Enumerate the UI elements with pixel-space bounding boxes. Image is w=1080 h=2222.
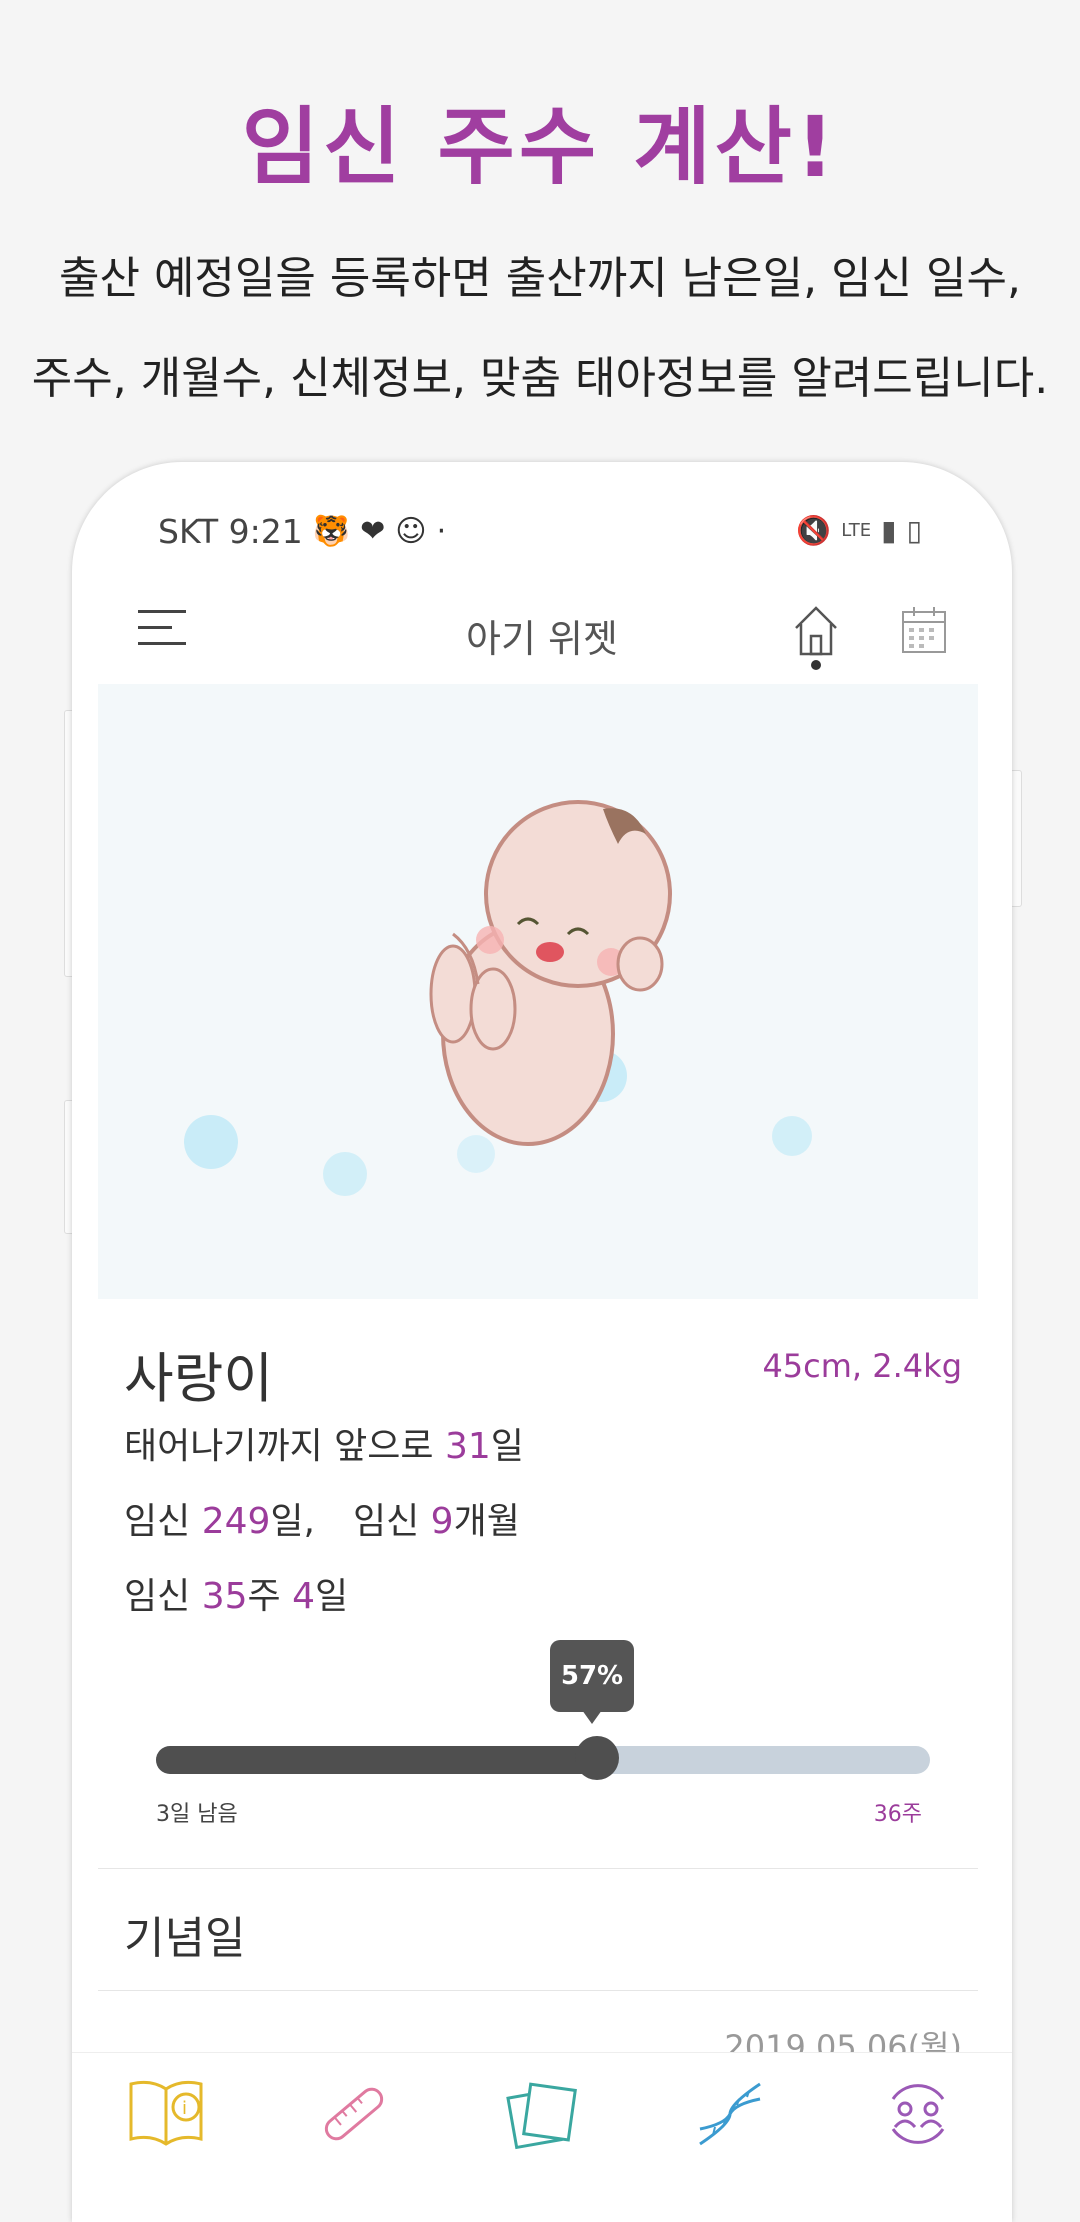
preg-days-suffix: 일, xyxy=(270,1501,315,1542)
pregnancy-weeks-row: 임신 35주 4일 xyxy=(124,1567,348,1619)
promo-desc-line1: 출산 예정일을 등록하면 출산까지 남은일, 임신 일수, xyxy=(59,253,1021,304)
signal-icon: ▮ xyxy=(881,514,897,547)
week-prefix: 임신 xyxy=(124,1576,202,1617)
week-days-value: 4 xyxy=(292,1576,315,1617)
bottom-nav: i xyxy=(72,2052,1012,2222)
progress-right-label: 36주 xyxy=(873,1802,922,1827)
status-right: 🔇 LTE ▮ ▯ xyxy=(796,514,922,547)
preg-month-suffix: 개월 xyxy=(453,1501,520,1542)
dot-icon: · xyxy=(436,514,447,549)
lte-icon: LTE xyxy=(841,520,872,541)
days-left-prefix: 태어나기까지 앞으로 xyxy=(124,1426,445,1467)
section-divider xyxy=(98,1868,978,1869)
section-divider xyxy=(98,1990,978,1991)
baby-figure xyxy=(429,800,672,1146)
days-left-row: 태어나기까지 앞으로 31일 xyxy=(124,1417,524,1469)
promo-headline: 임신 주수 계산! xyxy=(241,98,839,196)
promo-desc-line2: 주수, 개월수, 신체정보, 맞춤 태아정보를 알려드립니다. xyxy=(31,353,1049,404)
progress-left-label: 3일 남음 xyxy=(156,1802,238,1827)
days-left-suffix: 일 xyxy=(490,1426,524,1467)
preg-days-value: 249 xyxy=(201,1501,271,1542)
app-title: 아기 위젯 xyxy=(466,617,618,661)
calendar-icon[interactable] xyxy=(900,604,948,656)
week-suffix: 주 xyxy=(247,1576,293,1617)
progress-thumb[interactable] xyxy=(575,1736,620,1780)
battery-icon: ▯ xyxy=(906,514,922,547)
preg-days-prefix: 임신 xyxy=(124,1501,202,1542)
active-tab-indicator xyxy=(811,660,821,670)
book-info-icon[interactable]: i xyxy=(121,2069,211,2159)
heart-icon: ❤ xyxy=(360,514,386,549)
status-carrier-time: SKT 9:21 xyxy=(158,512,303,551)
progress-fill xyxy=(156,1746,598,1774)
preg-month-value: 9 xyxy=(430,1501,454,1542)
week-days-suffix: 일 xyxy=(314,1576,349,1617)
preg-month-prefix: 임신 xyxy=(352,1501,431,1542)
swaddle-icon: ☺ xyxy=(395,514,427,549)
ruler-icon[interactable] xyxy=(309,2069,399,2159)
status-bar: SKT 9:21 🐯 ❤ ☺ · xyxy=(158,512,446,551)
baby-name: 사랑이 xyxy=(124,1347,274,1410)
people-sync-icon[interactable] xyxy=(873,2069,963,2159)
baby-illustration-panel xyxy=(98,684,978,1299)
days-left-value: 31 xyxy=(444,1426,491,1467)
pregnancy-progress-slider[interactable] xyxy=(156,1736,930,1780)
weeks-value: 35 xyxy=(201,1576,248,1617)
baby-size: 45cm, 2.4kg xyxy=(762,1347,962,1385)
mute-icon: 🔇 xyxy=(796,514,832,547)
baby-face-icon: 🐯 xyxy=(312,514,351,549)
notes-icon[interactable] xyxy=(497,2069,587,2159)
anniversary-title[interactable]: 기념일 xyxy=(124,1902,245,1966)
home-icon[interactable] xyxy=(790,602,842,658)
pregnancy-days-row: 임신 249일, 임신 9개월 xyxy=(124,1492,520,1544)
app-bar: 아기 위젯 xyxy=(72,582,1012,682)
phone-frame: SKT 9:21 🐯 ❤ ☺ · 🔇 LTE ▮ ▯ 아기 위젯 사랑이 45c… xyxy=(72,462,1012,2222)
progress-tooltip: 57% xyxy=(550,1640,634,1724)
svg-text:i: i xyxy=(182,2098,187,2119)
baby-illustration xyxy=(184,800,812,1196)
dna-icon[interactable] xyxy=(685,2069,775,2159)
